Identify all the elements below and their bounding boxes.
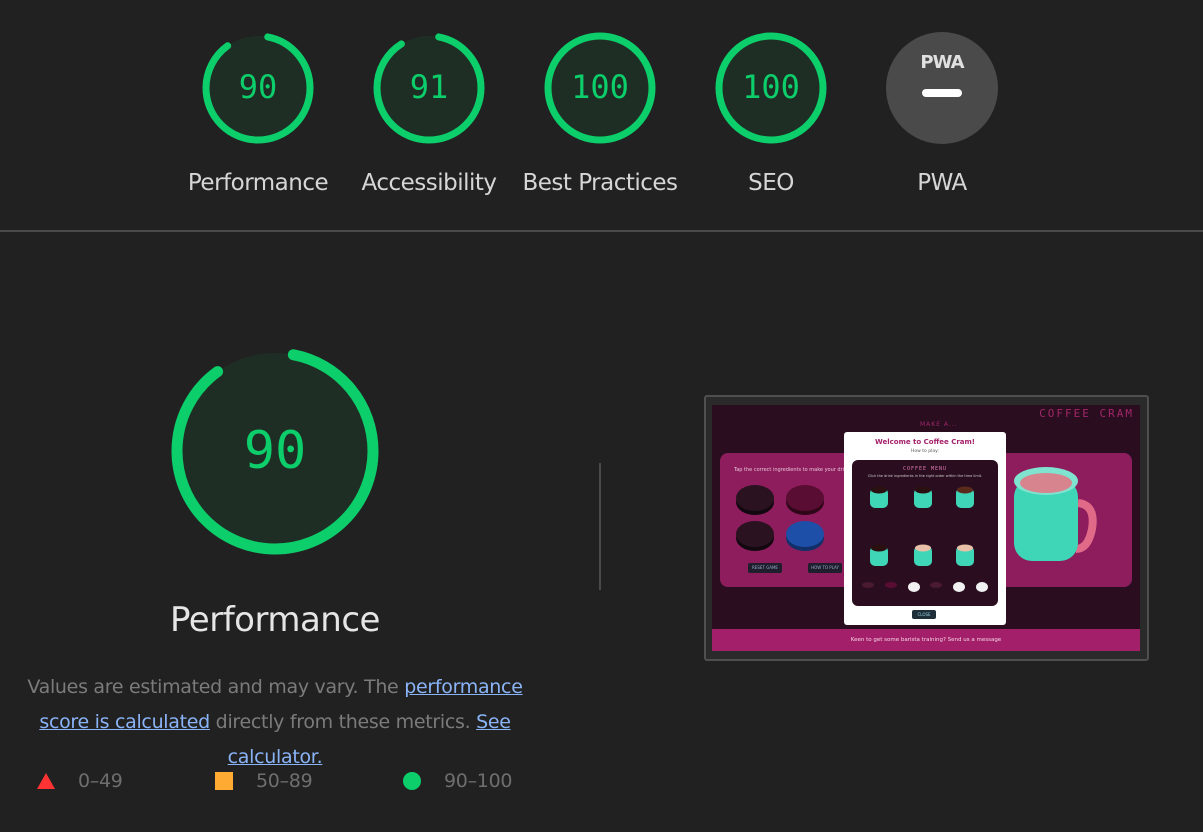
coffee-menu: COFFEE MENU Click the drink ingredients … — [852, 460, 998, 606]
screenshot-modal: Welcome to Coffee Cram! How to play: COF… — [844, 432, 1006, 625]
gauge-performance-score: 90 — [239, 68, 278, 106]
gauge-seo-score: 100 — [742, 68, 800, 106]
screenshot-footer: Keen to get some barista training? Send … — [712, 629, 1140, 651]
pwa-badge-icon: PWA — [886, 32, 998, 144]
cup-icon — [914, 544, 932, 566]
screenshot-make-label: MAKE A... — [920, 421, 958, 428]
cup-icon — [870, 486, 888, 508]
gauge-best-practices-score: 100 — [571, 68, 629, 106]
modal-title: Welcome to Coffee Cram! — [875, 438, 975, 446]
square-icon — [215, 772, 233, 790]
gauge-accessibility-score: 91 — [410, 68, 449, 106]
screenshot-reset-button: RESET GAME — [748, 563, 782, 573]
score-gauges-row: 90 Performance 91 Accessibility 100 Best… — [0, 0, 1203, 230]
legend-average: 50–89 — [214, 770, 313, 792]
menu-subtitle: Click the drink ingredients in the right… — [867, 474, 983, 478]
performance-main-score: 90 — [244, 421, 307, 481]
cup-icon — [914, 486, 932, 508]
legend-pass: 90–100 — [402, 770, 512, 792]
final-screenshot[interactable]: COFFEE CRAM MAKE A... Tap the correct in… — [704, 395, 1149, 661]
ingredient-disc — [736, 485, 774, 511]
cup-icon — [956, 544, 974, 566]
legend-fail: 0–49 — [36, 770, 123, 792]
legend-average-range: 50–89 — [256, 770, 313, 792]
gauge-pwa-label: PWA — [917, 170, 967, 196]
screenshot-content: COFFEE CRAM MAKE A... Tap the correct in… — [712, 405, 1140, 651]
pwa-dash-icon — [922, 89, 962, 97]
ingredient-disc — [786, 521, 824, 547]
menu-title: COFFEE MENU — [902, 466, 948, 472]
ingredient-row — [862, 582, 988, 592]
legend-fail-range: 0–49 — [78, 770, 123, 792]
gauge-performance-label: Performance — [187, 170, 329, 196]
section-divider — [0, 230, 1203, 232]
ingredient-disc — [786, 485, 824, 511]
cup-icon — [870, 544, 888, 566]
ingredient-disc — [736, 521, 774, 547]
triangle-icon — [37, 773, 55, 789]
desc-text-2: directly from these metrics. — [209, 711, 477, 733]
pwa-badge-text: PWA — [920, 52, 964, 73]
performance-main-ring: 90 — [171, 347, 379, 555]
modal-subtitle: How to play: — [911, 449, 939, 454]
circle-icon — [403, 772, 421, 790]
gauge-best-practices[interactable]: 100 Best Practices — [520, 28, 680, 196]
gauge-accessibility-ring: 91 — [373, 32, 485, 144]
screenshot-how-button: HOW TO PLAY — [808, 563, 842, 573]
screenshot-app-title: COFFEE CRAM — [1039, 407, 1134, 420]
gauge-performance-ring: 90 — [202, 32, 314, 144]
gauge-accessibility-label: Accessibility — [361, 170, 497, 196]
gauge-best-practices-label: Best Practices — [522, 170, 678, 196]
performance-main-gauge: 90 — [168, 344, 382, 562]
gauge-best-practices-ring: 100 — [544, 32, 656, 144]
gauge-seo-label: SEO — [748, 170, 794, 196]
legend-pass-range: 90–100 — [444, 770, 513, 792]
gauge-pwa[interactable]: PWA PWA — [862, 28, 1022, 196]
mug-icon — [1014, 467, 1097, 561]
gauge-performance[interactable]: 90 Performance — [178, 28, 338, 196]
gauge-seo-ring: 100 — [715, 32, 827, 144]
desc-text-1: Values are estimated and may vary. The — [27, 676, 405, 698]
performance-description: Values are estimated and may vary. The p… — [0, 670, 550, 775]
cup-icon — [956, 486, 974, 508]
gauge-accessibility[interactable]: 91 Accessibility — [349, 28, 509, 196]
screenshot-instructions: Tap the correct ingredients to make your… — [734, 467, 851, 473]
modal-close-button: CLOSE — [912, 610, 936, 619]
vertical-divider — [599, 463, 601, 590]
gauge-seo[interactable]: 100 SEO — [691, 28, 851, 196]
performance-title: Performance — [170, 600, 380, 640]
